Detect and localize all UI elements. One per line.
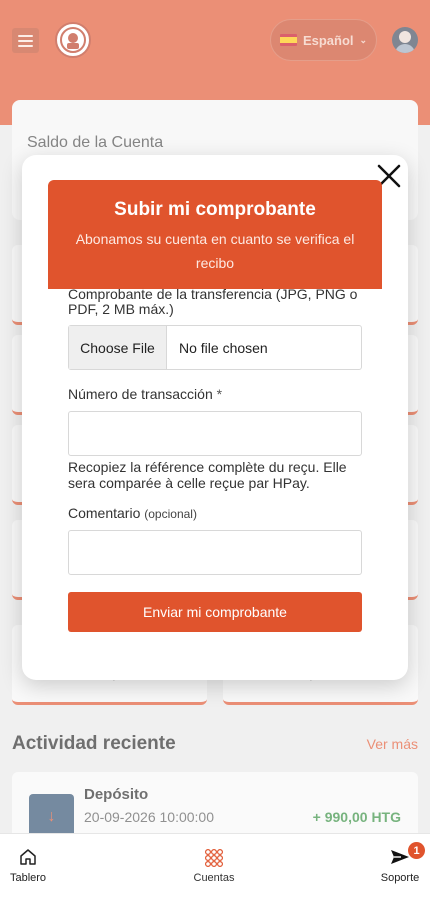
home-icon bbox=[20, 849, 36, 865]
choose-file-button[interactable]: Choose File bbox=[69, 326, 167, 369]
file-label: Comprobante de la transferencia (JPG, PN… bbox=[68, 286, 358, 317]
nav-item-accounts[interactable]: Cuentas bbox=[174, 834, 254, 900]
nav-label: Tablero bbox=[9, 872, 47, 884]
modal-title: Subir mi comprobante bbox=[114, 199, 316, 220]
send-icon bbox=[391, 850, 409, 864]
comment-label-text: Comentario bbox=[68, 505, 141, 521]
modal-header: Subir mi comprobante Abonamos su cuenta … bbox=[48, 180, 382, 289]
submit-receipt-button[interactable]: Enviar mi comprobante bbox=[68, 592, 362, 632]
nav-item-dashboard[interactable]: Tablero bbox=[0, 834, 68, 900]
comment-optional: (opcional) bbox=[144, 507, 197, 521]
comment-label: Comentario (opcional) bbox=[68, 506, 197, 522]
required-mark: * bbox=[216, 386, 223, 402]
nav-label: Soporte bbox=[380, 872, 420, 884]
bottom-nav: Tablero Cuentas 1 Soporte bbox=[0, 833, 430, 900]
transaction-number-input[interactable] bbox=[68, 411, 362, 456]
transaction-help-text: Recopiez la référence complète du reçu. … bbox=[68, 459, 347, 491]
comment-input[interactable] bbox=[68, 530, 362, 575]
file-status: No file chosen bbox=[179, 340, 268, 356]
modal-subtitle: Abonamos su cuenta en cuanto se verifica… bbox=[75, 231, 355, 271]
file-input[interactable]: Choose File No file chosen bbox=[68, 325, 362, 370]
grid-icon bbox=[204, 848, 224, 868]
transaction-label-text: Número de transacción bbox=[68, 386, 213, 402]
nav-item-support[interactable]: 1 Soporte bbox=[360, 834, 430, 900]
nav-label: Cuentas bbox=[193, 872, 235, 884]
upload-receipt-modal: Subir mi comprobante Abonamos su cuenta … bbox=[22, 155, 408, 680]
transaction-label: Número de transacción * bbox=[68, 387, 222, 402]
notification-badge: 1 bbox=[408, 842, 425, 859]
